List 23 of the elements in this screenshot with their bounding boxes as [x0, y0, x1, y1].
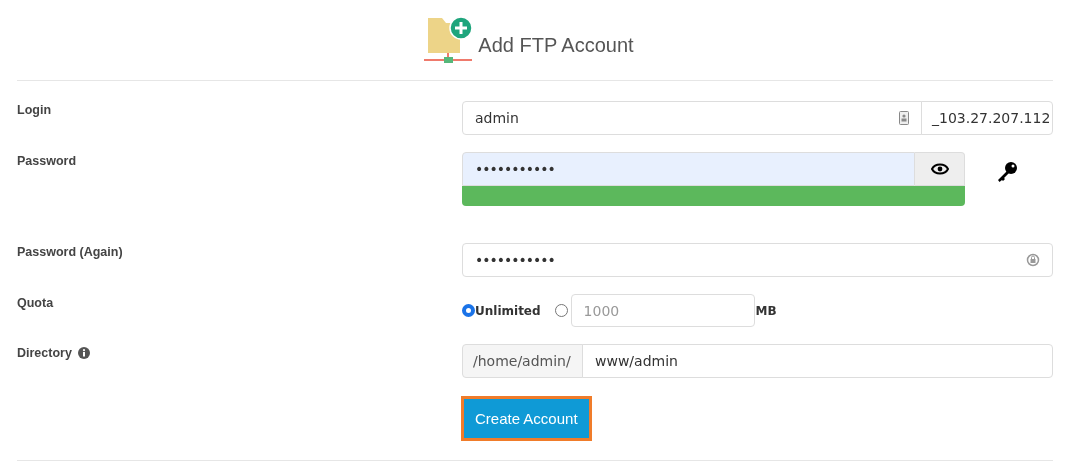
domain-suffix: _103.27.207.112: [921, 101, 1053, 135]
eye-icon: [930, 163, 949, 175]
radio-button[interactable]: [462, 304, 475, 317]
info-icon[interactable]: [77, 347, 90, 359]
refresh-lock-icon: [1026, 252, 1040, 268]
show-password-button[interactable]: [915, 152, 965, 186]
login-field[interactable]: admin: [462, 101, 922, 135]
field-label: Directory: [17, 346, 72, 360]
password-again-field[interactable]: •••••••••••: [462, 243, 1053, 277]
radio-button[interactable]: [554, 304, 568, 317]
directory-prefix: /home/admin/: [462, 344, 583, 378]
field-label: Password: [17, 154, 77, 168]
unit-label: MB: [755, 303, 777, 318]
page-title: Add FTP Account: [478, 33, 634, 57]
field-label: Password (Again): [17, 245, 123, 259]
field-label: Login: [17, 103, 51, 117]
ftp-folder-icon: [424, 16, 475, 64]
contact-card-icon: [899, 111, 909, 125]
key-icon[interactable]: [996, 161, 1018, 183]
password-field[interactable]: •••••••••••: [462, 152, 915, 186]
radio-label: Unlimited: [475, 303, 541, 318]
directory-field[interactable]: www/admin: [582, 344, 1053, 378]
field-label: Quota: [17, 296, 54, 310]
